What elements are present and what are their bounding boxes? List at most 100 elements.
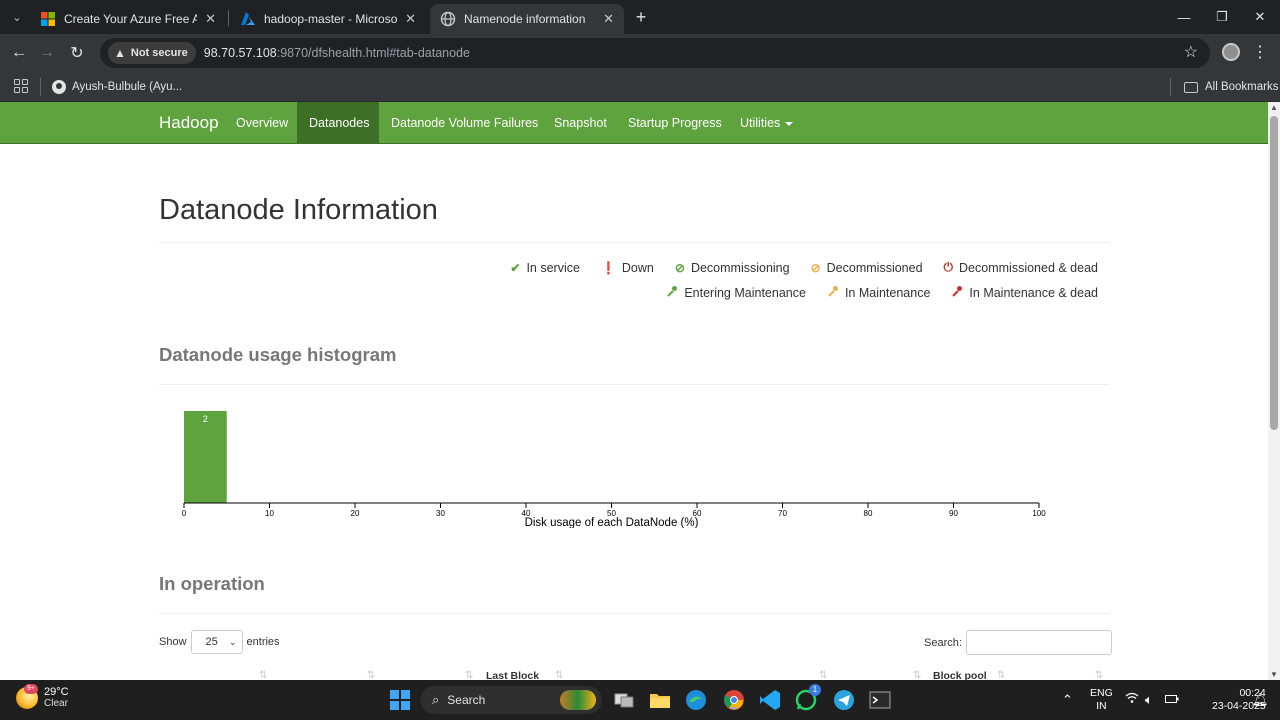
- sort-icon[interactable]: ⇅: [555, 670, 563, 680]
- chevron-down-icon: ⌄: [228, 636, 237, 647]
- caret-down-icon: [785, 121, 794, 126]
- legend-label: Entering Maintenance: [684, 285, 806, 300]
- scroll-down-arrow-icon[interactable]: ▼: [1270, 670, 1278, 679]
- bookmark-star-icon[interactable]: ☆: [1184, 42, 1198, 62]
- file-explorer-icon[interactable]: [648, 688, 672, 712]
- legend-in-maintenance: In Maintenance: [827, 285, 930, 300]
- legend-in-maintenance-dead: In Maintenance & dead: [951, 285, 1098, 300]
- weather-widget[interactable]: 9+ 29°C Clear: [16, 683, 69, 709]
- temperature: 29°C: [44, 686, 69, 698]
- search-input[interactable]: [965, 630, 1112, 655]
- nav-overview[interactable]: Overview: [224, 102, 300, 144]
- th-block-pool[interactable]: Block pool: [933, 670, 987, 680]
- weather-badge: 9+: [24, 683, 38, 694]
- operation-title: In operation: [159, 573, 265, 594]
- wifi-icon[interactable]: [1125, 692, 1139, 707]
- close-tab-icon[interactable]: ✕: [205, 11, 216, 27]
- histogram-title: Datanode usage histogram: [159, 344, 397, 365]
- task-view-icon[interactable]: [612, 688, 636, 712]
- language-indicator[interactable]: ENG IN: [1090, 687, 1113, 713]
- tray-chevron-up-icon[interactable]: ⌃: [1062, 692, 1073, 708]
- nav-utilities-label: Utilities: [740, 116, 781, 130]
- telegram-icon[interactable]: [832, 688, 856, 712]
- ban-circle-icon: ⊘: [810, 260, 821, 275]
- bookmarks-bar: Ayush-Bulbule (Ayu... All Bookmarks: [0, 72, 1280, 102]
- hadoop-brand[interactable]: Hadoop: [159, 113, 219, 133]
- vscode-icon[interactable]: [758, 688, 782, 712]
- scroll-up-arrow-icon[interactable]: ▲: [1270, 103, 1278, 112]
- new-tab-plus-icon[interactable]: +: [630, 6, 652, 28]
- histogram-bar: [184, 411, 227, 503]
- browser-tab-strip: ⌄ Create Your Azure Free Account ✕ hadoo…: [0, 0, 1280, 34]
- battery-icon[interactable]: [1165, 692, 1179, 707]
- start-windows-icon[interactable]: [388, 688, 412, 712]
- security-chip[interactable]: ▲ Not secure: [108, 42, 196, 64]
- hadoop-navbar: Hadoop Overview Datanodes Datanode Volum…: [0, 102, 1268, 144]
- sort-icon[interactable]: ⇅: [913, 670, 921, 680]
- nav-startup-progress[interactable]: Startup Progress: [616, 102, 734, 144]
- whatsapp-icon[interactable]: 1: [794, 684, 821, 712]
- address-bar[interactable]: ▲ Not secure 98.70.57.108:9870/dfshealth…: [100, 38, 1210, 68]
- forward-arrow-icon[interactable]: →: [36, 42, 58, 64]
- datanode-table-header: ⇅ ⇅ ⇅ Last Block ⇅ ⇅ ⇅ Block pool ⇅ ⇅: [159, 670, 1109, 680]
- close-tab-icon[interactable]: ✕: [405, 11, 416, 27]
- reload-icon[interactable]: ↻: [66, 42, 88, 64]
- nav-datanodes[interactable]: Datanodes: [297, 102, 379, 144]
- windows-taskbar: 9+ 29°C Clear ⌕ Search 1 ⌃ ENG IN 🔈︎ 00:…: [0, 680, 1280, 720]
- nav-volume-failures[interactable]: Datanode Volume Failures: [379, 102, 550, 144]
- usage-histogram: 20 10 20 30 40 50 60 70 80 90 100Disk usage of eac…: [182, 411, 1046, 528]
- taskbar-search[interactable]: ⌕ Search: [420, 686, 602, 714]
- maximize-icon[interactable]: ❐: [1210, 6, 1234, 28]
- sort-icon[interactable]: ⇅: [465, 670, 473, 680]
- close-window-icon[interactable]: ✕: [1248, 6, 1272, 28]
- tab-title: hadoop-master - Microsoft Azure: [264, 12, 398, 26]
- weather-sun-icon: 9+: [16, 683, 38, 709]
- entries-label: entries: [246, 636, 280, 648]
- scroll-thumb[interactable]: [1270, 116, 1278, 430]
- volume-icon[interactable]: 🔈︎: [1145, 692, 1153, 708]
- apps-grid-icon[interactable]: [14, 79, 28, 93]
- close-tab-icon[interactable]: ✕: [603, 11, 614, 27]
- terminal-icon[interactable]: [868, 688, 892, 712]
- sort-icon[interactable]: ⇅: [1095, 670, 1103, 680]
- x-tick-label: 0: [182, 509, 187, 518]
- sort-icon[interactable]: ⇅: [819, 670, 827, 680]
- exclamation-circle-icon: ❗: [600, 260, 616, 275]
- bookmark-divider: [40, 78, 41, 96]
- legend-decommissioned-dead: ⏻ Decommissioned & dead: [944, 260, 1098, 275]
- bar-data-label: 2: [203, 414, 208, 424]
- folder-icon: [1184, 81, 1198, 93]
- sort-icon[interactable]: ⇅: [997, 670, 1005, 680]
- profile-avatar[interactable]: [1222, 43, 1240, 61]
- entries-select[interactable]: 25 ⌄: [190, 630, 243, 654]
- url-text[interactable]: 98.70.57.108:9870/dfshealth.html#tab-dat…: [204, 46, 470, 60]
- sort-asc-icon[interactable]: ⇅: [259, 670, 267, 680]
- bookmark-github[interactable]: Ayush-Bulbule (Ayu...: [52, 77, 182, 97]
- edge-browser-icon[interactable]: [684, 688, 708, 712]
- chrome-browser-icon[interactable]: [722, 688, 746, 712]
- wrench-icon: [827, 285, 839, 300]
- wrench-icon: [951, 285, 963, 300]
- sort-icon[interactable]: ⇅: [367, 670, 375, 680]
- minimize-icon[interactable]: —: [1172, 6, 1196, 28]
- search-icon: ⌕: [432, 692, 440, 707]
- legend-row-2: Entering Maintenance In Maintenance In M…: [666, 285, 1098, 300]
- tab-search-chevron-icon[interactable]: ⌄: [6, 6, 28, 28]
- nav-snapshot[interactable]: Snapshot: [542, 102, 619, 144]
- nav-utilities[interactable]: Utilities: [728, 102, 805, 144]
- th-last-block[interactable]: Last Block: [486, 670, 539, 680]
- all-bookmarks-button[interactable]: All Bookmarks: [1184, 77, 1279, 97]
- browser-tab-namenode[interactable]: Namenode information ✕: [430, 4, 624, 34]
- more-options-icon[interactable]: ⋮: [1252, 42, 1268, 62]
- entries-select-value: 25: [205, 636, 218, 648]
- legend-label: Decommissioned & dead: [959, 260, 1098, 275]
- back-arrow-icon[interactable]: ←: [8, 42, 30, 64]
- divider: [159, 613, 1109, 614]
- url-host: 98.70.57.108: [203, 46, 277, 60]
- notifications-bell-icon[interactable]: 🔔︎: [1252, 692, 1269, 708]
- legend-down: ❗ Down: [601, 260, 654, 275]
- page-scrollbar[interactable]: ▲ ▼: [1268, 102, 1280, 680]
- github-icon: [52, 80, 66, 94]
- browser-tab-azure-free[interactable]: Create Your Azure Free Account ✕: [30, 4, 226, 34]
- browser-tab-azure-portal[interactable]: hadoop-master - Microsoft Azure ✕: [230, 4, 426, 34]
